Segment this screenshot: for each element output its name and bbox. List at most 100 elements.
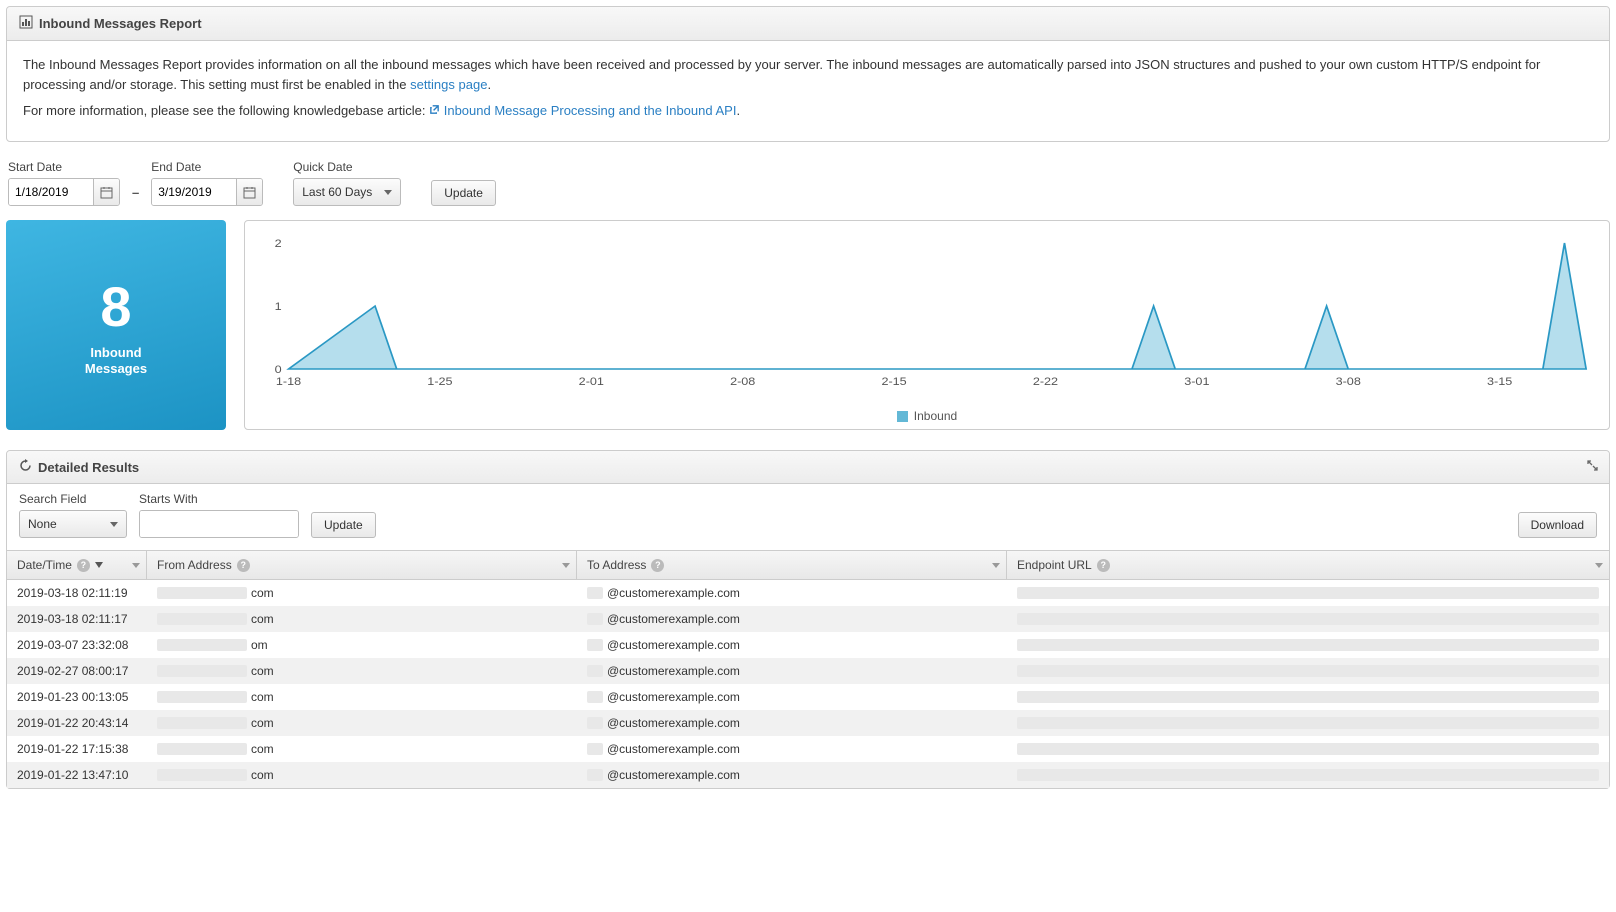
end-date-input[interactable] [151,178,263,206]
table-row[interactable]: 2019-01-22 20:43:14com@customerexample.c… [7,710,1609,736]
redacted [587,743,603,755]
chart-panel: 0121-181-252-012-082-152-223-013-083-15 … [244,220,1610,430]
quick-date-select[interactable]: Last 60 Days [293,178,401,206]
desc-text: . [487,77,491,92]
starts-with-label: Starts With [139,492,299,506]
svg-text:3-08: 3-08 [1336,375,1362,388]
redacted [1017,717,1599,729]
quick-date-label: Quick Date [293,160,401,174]
cell-endpoint [1007,736,1609,762]
chevron-down-icon[interactable] [992,563,1000,568]
expand-icon[interactable] [1586,459,1599,475]
chevron-down-icon[interactable] [562,563,570,568]
cell-to: @customerexample.com [577,736,1007,762]
cell-to: @customerexample.com [577,632,1007,658]
redacted [1017,743,1599,755]
table-row[interactable]: 2019-03-07 23:32:08om@customerexample.co… [7,632,1609,658]
inbound-chart: 0121-181-252-012-082-152-223-013-083-15 [261,233,1593,405]
chevron-down-icon[interactable] [1595,563,1603,568]
cell-datetime: 2019-01-23 00:13:05 [7,684,147,710]
search-update-button[interactable]: Update [311,512,376,538]
grid-header: Date/Time ? From Address ? To Address ? … [7,550,1609,580]
update-button[interactable]: Update [431,180,496,206]
svg-text:3-15: 3-15 [1487,375,1513,388]
svg-text:3-01: 3-01 [1184,375,1209,388]
cell-datetime: 2019-01-22 20:43:14 [7,710,147,736]
cell-endpoint [1007,684,1609,710]
redacted [587,613,603,625]
col-endpoint[interactable]: Endpoint URL ? [1007,551,1609,579]
svg-text:2: 2 [275,237,282,250]
refresh-icon[interactable] [19,459,32,475]
end-date-field[interactable] [152,179,236,205]
cell-endpoint [1007,632,1609,658]
col-datetime[interactable]: Date/Time ? [7,551,147,579]
cell-from: com [147,736,577,762]
table-row[interactable]: 2019-01-23 00:13:05com@customerexample.c… [7,684,1609,710]
download-button[interactable]: Download [1518,512,1597,538]
end-date-label: End Date [151,160,263,174]
cell-from: com [147,606,577,632]
starts-with-field[interactable] [140,511,299,537]
redacted [157,717,247,729]
settings-page-link[interactable]: settings page [410,77,487,92]
svg-text:2-08: 2-08 [730,375,756,388]
search-row: Search Field None Starts With Update Dow… [7,484,1609,550]
redacted [587,639,603,651]
inbound-count-value: 8 [100,274,131,339]
cell-from: com [147,762,577,788]
redacted [157,691,247,703]
chart-row: 8 InboundMessages 0121-181-252-012-082-1… [6,220,1610,430]
legend-swatch [897,411,908,422]
redacted [587,691,603,703]
chevron-down-icon[interactable] [132,563,140,568]
table-row[interactable]: 2019-01-22 13:47:10com@customerexample.c… [7,762,1609,788]
cell-datetime: 2019-01-22 17:15:38 [7,736,147,762]
sort-desc-icon [95,562,103,568]
help-icon[interactable]: ? [77,559,90,572]
date-range-dash: – [132,185,139,206]
cell-to: @customerexample.com [577,606,1007,632]
cell-datetime: 2019-03-18 02:11:17 [7,606,147,632]
calendar-icon[interactable] [93,179,119,205]
col-from[interactable]: From Address ? [147,551,577,579]
cell-from: com [147,684,577,710]
help-icon[interactable]: ? [237,559,250,572]
cell-to: @customerexample.com [577,580,1007,606]
table-row[interactable]: 2019-02-27 08:00:17com@customerexample.c… [7,658,1609,684]
starts-with-input[interactable] [139,510,299,538]
svg-text:2-15: 2-15 [881,375,907,388]
cell-datetime: 2019-03-18 02:11:19 [7,580,147,606]
cell-to: @customerexample.com [577,710,1007,736]
search-field-value: None [28,517,57,531]
cell-datetime: 2019-03-07 23:32:08 [7,632,147,658]
redacted [587,717,603,729]
desc-text: For more information, please see the fol… [23,103,429,118]
cell-datetime: 2019-02-27 08:00:17 [7,658,147,684]
table-row[interactable]: 2019-01-22 17:15:38com@customerexample.c… [7,736,1609,762]
cell-from: com [147,580,577,606]
chart-legend: Inbound [261,405,1593,423]
redacted [1017,691,1599,703]
col-to[interactable]: To Address ? [577,551,1007,579]
table-row[interactable]: 2019-03-18 02:11:17com@customerexample.c… [7,606,1609,632]
help-icon[interactable]: ? [1097,559,1110,572]
chevron-down-icon [384,190,392,195]
redacted [157,769,247,781]
redacted [587,665,603,677]
inbound-count-tile: 8 InboundMessages [6,220,226,430]
search-field-select[interactable]: None [19,510,127,538]
cell-to: @customerexample.com [577,684,1007,710]
kb-article-link[interactable]: Inbound Message Processing and the Inbou… [444,103,737,118]
report-panel-header: Inbound Messages Report [7,7,1609,41]
start-date-input[interactable] [8,178,120,206]
calendar-icon[interactable] [236,179,262,205]
table-row[interactable]: 2019-03-18 02:11:19com@customerexample.c… [7,580,1609,606]
redacted [157,665,247,677]
redacted [1017,639,1599,651]
bar-chart-icon [19,15,33,32]
start-date-field[interactable] [9,179,93,205]
search-field-label: Search Field [19,492,127,506]
desc-text: . [736,103,740,118]
help-icon[interactable]: ? [651,559,664,572]
